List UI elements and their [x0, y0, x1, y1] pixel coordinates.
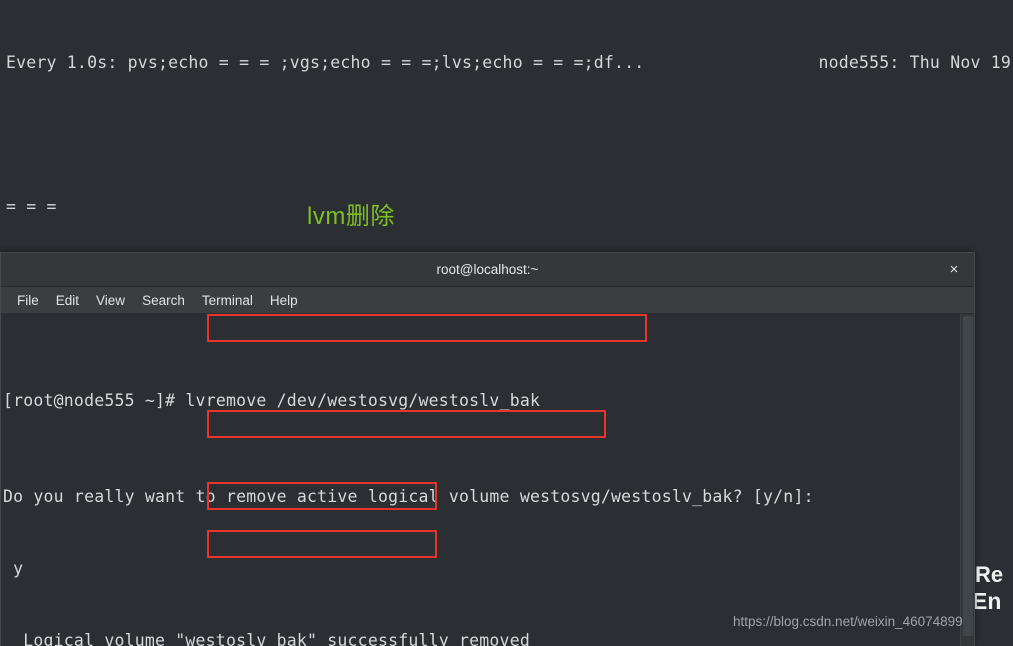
terminal-line: y — [3, 559, 24, 578]
terminal-output[interactable]: [root@node555 ~]# lvremove /dev/westosvg… — [1, 317, 814, 646]
shell-command: lvremove /dev/westosvg/westoslv_bak — [185, 391, 541, 410]
terminal-scrollbar[interactable] — [960, 314, 974, 646]
terminal-window[interactable]: root@localhost:~ × File Edit View Search… — [0, 252, 975, 646]
right-edge-line-2: En — [972, 588, 1002, 614]
watch-header-host-date: node555: Thu Nov 19 — [818, 53, 1011, 72]
terminal-line: [root@node555 ~]# lvremove /dev/westosvg… — [3, 389, 814, 413]
menu-item-edit[interactable]: Edit — [48, 291, 88, 310]
terminal-body[interactable]: [root@node555 ~]# lvremove /dev/westosvg… — [1, 314, 974, 646]
terminal-line: Do you really want to remove active logi… — [3, 487, 814, 506]
terminal-line: Logical volume "westoslv_bak" successful… — [3, 631, 530, 646]
menu-item-search[interactable]: Search — [134, 291, 194, 310]
bg-blank-line — [6, 123, 1013, 147]
menu-item-help[interactable]: Help — [262, 291, 307, 310]
watch-header-row: Every 1.0s: pvs;echo = = = ;vgs;echo = =… — [6, 51, 1013, 75]
window-titlebar[interactable]: root@localhost:~ × — [1, 253, 974, 287]
screen-root: Every 1.0s: pvs;echo = = = ;vgs;echo = =… — [0, 0, 1013, 646]
menu-item-terminal[interactable]: Terminal — [194, 291, 262, 310]
right-edge-line-1: Re — [975, 562, 1004, 587]
shell-prompt: [root@node555 ~]# — [3, 391, 186, 410]
menu-item-file[interactable]: File — [9, 291, 48, 310]
close-icon[interactable]: × — [944, 261, 964, 279]
window-title: root@localhost:~ — [436, 262, 539, 277]
watermark: https://blog.csdn.net/weixin_46074899 — [733, 614, 963, 629]
menubar[interactable]: File Edit View Search Terminal Help — [1, 287, 974, 314]
scrollbar-thumb[interactable] — [963, 316, 973, 636]
menu-item-view[interactable]: View — [88, 291, 134, 310]
lvm-delete-annotation: lvm删除 — [307, 203, 395, 230]
bg-line-sep-1: = = = — [6, 197, 57, 216]
watch-header-command: Every 1.0s: pvs;echo = = = ;vgs;echo = =… — [6, 53, 645, 72]
